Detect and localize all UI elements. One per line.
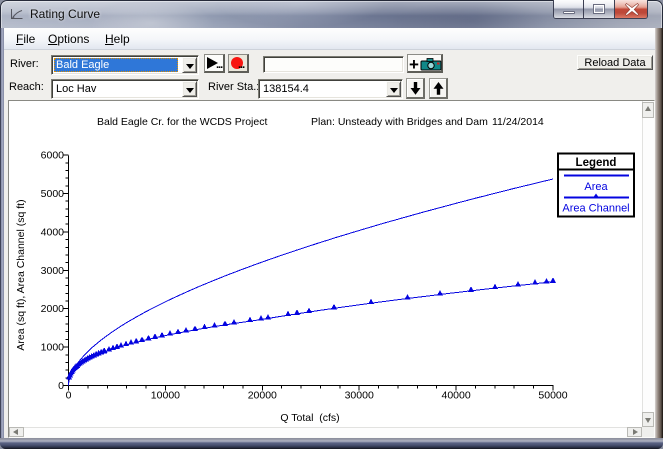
svg-text:10000: 10000 bbox=[151, 390, 180, 402]
svg-text:Area: Area bbox=[584, 181, 608, 193]
svg-text:Plan: Unsteady with Bridges an: Plan: Unsteady with Bridges and Dam bbox=[311, 116, 488, 128]
svg-text:Legend: Legend bbox=[576, 157, 617, 169]
svg-text:50000: 50000 bbox=[538, 390, 567, 402]
svg-text:4000: 4000 bbox=[41, 226, 65, 238]
svg-text:3000: 3000 bbox=[41, 265, 65, 277]
svg-text:2000: 2000 bbox=[41, 303, 65, 315]
svg-text:Q Total (cfs): Q Total (cfs) bbox=[280, 412, 339, 424]
svg-text:0: 0 bbox=[58, 380, 64, 392]
svg-text:11/24/2014: 11/24/2014 bbox=[492, 116, 544, 128]
svg-text:Area Channel: Area Channel bbox=[562, 203, 629, 215]
svg-text:1000: 1000 bbox=[41, 342, 65, 354]
svg-text:40000: 40000 bbox=[441, 390, 470, 402]
svg-text:Bald Eagle Cr. for the WCDS Pr: Bald Eagle Cr. for the WCDS Project bbox=[97, 116, 267, 128]
svg-text:6000: 6000 bbox=[41, 150, 65, 162]
svg-text:0: 0 bbox=[66, 390, 72, 402]
svg-text:30000: 30000 bbox=[345, 390, 374, 402]
svg-text:5000: 5000 bbox=[41, 188, 65, 200]
svg-text:20000: 20000 bbox=[248, 390, 277, 402]
svg-text:Area (sq ft), Area Channel (sq: Area (sq ft), Area Channel (sq ft) bbox=[15, 199, 27, 350]
